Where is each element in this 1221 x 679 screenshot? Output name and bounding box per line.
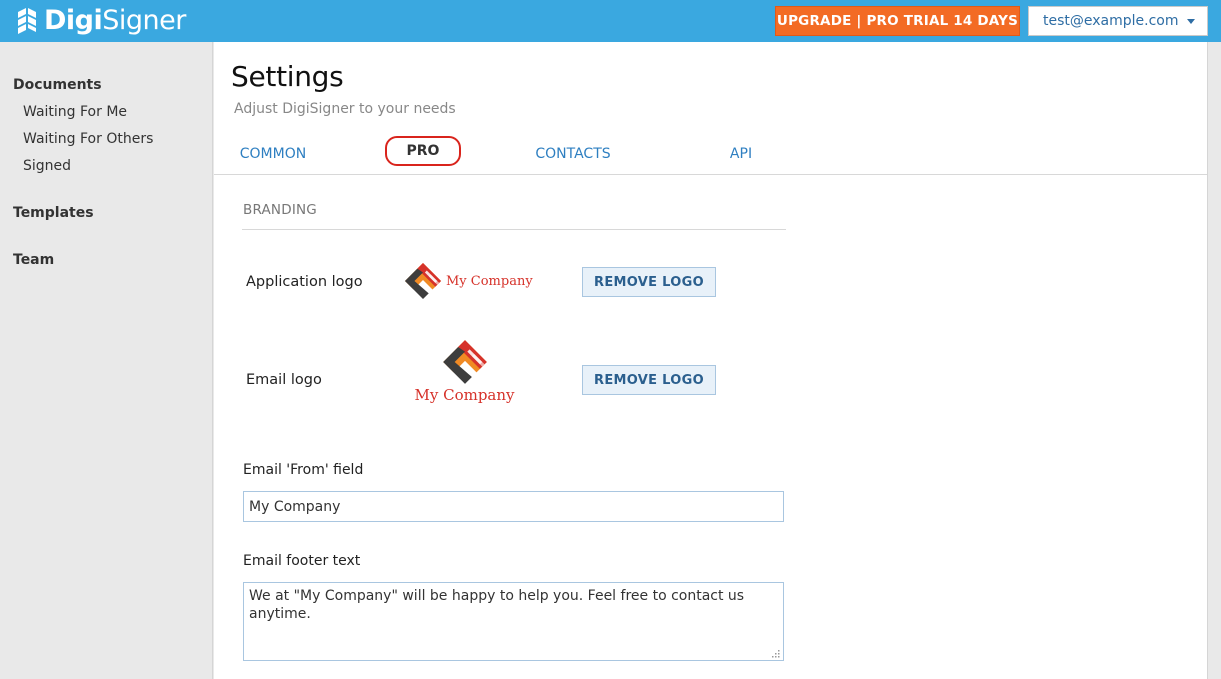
- diamond-logo-icon: [404, 262, 442, 300]
- email-footer-label: Email footer text: [243, 553, 361, 569]
- user-email: test@example.com: [1043, 13, 1179, 29]
- tab-common[interactable]: COMMON: [239, 142, 307, 166]
- tabs-divider: [214, 174, 1207, 175]
- email-footer-textarea[interactable]: We at "My Company" will be happy to help…: [243, 582, 784, 661]
- right-gutter: [1207, 42, 1221, 679]
- email-from-label: Email 'From' field: [243, 462, 364, 478]
- application-logo-label: Application logo: [246, 274, 363, 290]
- digisigner-logo-icon: [18, 8, 36, 34]
- email-logo-text: My Company: [414, 386, 515, 404]
- remove-email-logo-button[interactable]: REMOVE LOGO: [582, 365, 716, 395]
- page-subtitle: Adjust DigiSigner to your needs: [234, 101, 456, 117]
- brand-name: DigiSigner: [44, 5, 186, 36]
- section-divider: [242, 229, 786, 230]
- application-logo-text: My Company: [446, 273, 533, 289]
- top-bar: DigiSigner UPGRADE | PRO TRIAL 14 DAYS t…: [0, 0, 1221, 42]
- resize-grip-icon[interactable]: [771, 649, 781, 659]
- email-from-input[interactable]: [243, 491, 784, 522]
- main-content: Settings Adjust DigiSigner to your needs…: [214, 42, 1207, 679]
- user-menu-dropdown[interactable]: test@example.com: [1028, 6, 1208, 36]
- application-logo-image: My Company: [404, 260, 534, 302]
- sidebar-section-templates[interactable]: Templates: [13, 205, 94, 221]
- brand-logo[interactable]: DigiSigner: [16, 4, 186, 38]
- email-logo-label: Email logo: [246, 372, 322, 388]
- sidebar-section-documents[interactable]: Documents: [13, 77, 102, 93]
- tab-pro[interactable]: PRO: [385, 136, 461, 166]
- sidebar-item-waiting-for-others[interactable]: Waiting For Others: [23, 131, 153, 147]
- upgrade-button[interactable]: UPGRADE | PRO TRIAL 14 DAYS: [775, 6, 1020, 36]
- tab-contacts[interactable]: CONTACTS: [535, 142, 611, 166]
- section-branding-label: BRANDING: [243, 202, 317, 218]
- page-title: Settings: [231, 60, 344, 93]
- diamond-logo-icon: [442, 340, 487, 384]
- chevron-down-icon: [1187, 19, 1195, 24]
- remove-application-logo-button[interactable]: REMOVE LOGO: [582, 267, 716, 297]
- email-logo-image: My Company: [412, 339, 517, 411]
- sidebar-item-waiting-for-me[interactable]: Waiting For Me: [23, 104, 127, 120]
- sidebar: Documents Waiting For Me Waiting For Oth…: [0, 42, 213, 679]
- sidebar-item-signed[interactable]: Signed: [23, 158, 71, 174]
- sidebar-section-team[interactable]: Team: [13, 252, 54, 268]
- tab-api[interactable]: API: [726, 142, 756, 166]
